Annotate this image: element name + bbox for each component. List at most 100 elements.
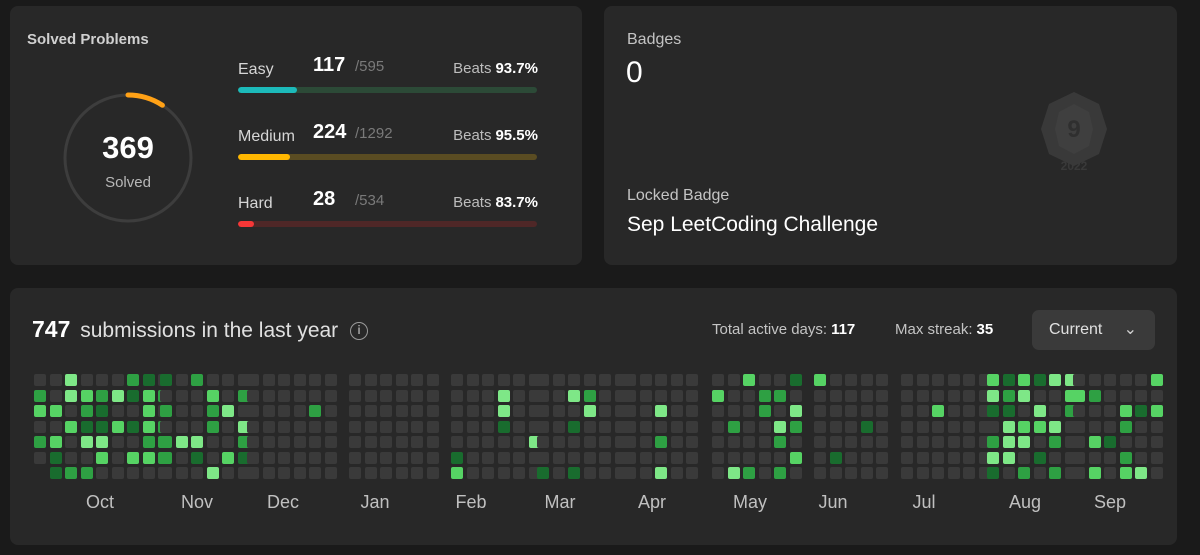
heatmap-cell[interactable]	[901, 467, 913, 479]
heatmap-cell[interactable]	[1119, 467, 1132, 479]
heatmap-cell[interactable]	[482, 467, 494, 479]
heatmap-cell[interactable]	[568, 436, 580, 448]
heatmap-cell[interactable]	[1049, 374, 1061, 386]
heatmap-cell[interactable]	[451, 467, 463, 479]
heatmap-cell[interactable]	[932, 420, 944, 433]
heatmap-cell[interactable]	[1150, 451, 1163, 464]
heatmap-cell[interactable]	[599, 436, 611, 448]
heatmap-cell[interactable]	[65, 420, 77, 433]
heatmap-cell[interactable]	[727, 405, 740, 417]
heatmap-cell[interactable]	[624, 389, 636, 402]
heatmap-cell[interactable]	[324, 451, 337, 464]
heatmap-cell[interactable]	[655, 467, 667, 479]
heatmap-cell[interactable]	[206, 405, 219, 417]
heatmap-cell[interactable]	[309, 420, 321, 433]
heatmap-cell[interactable]	[395, 374, 408, 386]
heatmap-cell[interactable]	[222, 374, 234, 386]
heatmap-cell[interactable]	[639, 451, 652, 464]
heatmap-cell[interactable]	[222, 405, 234, 417]
heatmap-cell[interactable]	[1088, 374, 1101, 386]
heatmap-cell[interactable]	[963, 389, 975, 402]
heatmap-cell[interactable]	[466, 451, 479, 464]
heatmap-cell[interactable]	[278, 467, 290, 479]
heatmap-cell[interactable]	[1049, 420, 1061, 433]
heatmap-cell[interactable]	[639, 389, 652, 402]
heatmap-cell[interactable]	[829, 451, 842, 464]
heatmap-cell[interactable]	[160, 451, 172, 464]
heatmap-cell[interactable]	[845, 374, 857, 386]
heatmap-cell[interactable]	[743, 374, 755, 386]
heatmap-cell[interactable]	[451, 451, 463, 464]
heatmap-cell[interactable]	[568, 389, 580, 402]
heatmap-cell[interactable]	[1033, 420, 1046, 433]
heatmap-cell[interactable]	[876, 467, 888, 479]
heatmap-cell[interactable]	[845, 467, 857, 479]
heatmap-cell[interactable]	[686, 436, 698, 448]
heatmap-cell[interactable]	[247, 451, 259, 464]
heatmap-cell[interactable]	[947, 451, 960, 464]
heatmap-cell[interactable]	[426, 389, 439, 402]
heatmap-cell[interactable]	[568, 451, 580, 464]
heatmap-cell[interactable]	[932, 467, 944, 479]
heatmap-cell[interactable]	[727, 374, 740, 386]
heatmap-cell[interactable]	[1018, 374, 1030, 386]
heatmap-cell[interactable]	[599, 389, 611, 402]
heatmap-cell[interactable]	[845, 420, 857, 433]
heatmap-cell[interactable]	[513, 374, 525, 386]
heatmap-cell[interactable]	[876, 405, 888, 417]
heatmap-cell[interactable]	[829, 420, 842, 433]
heatmap-cell[interactable]	[639, 467, 652, 479]
heatmap-cell[interactable]	[466, 467, 479, 479]
heatmap-cell[interactable]	[1150, 467, 1163, 479]
heatmap-cell[interactable]	[160, 467, 172, 479]
heatmap-cell[interactable]	[49, 389, 62, 402]
heatmap-cell[interactable]	[247, 436, 259, 448]
heatmap-cell[interactable]	[712, 405, 724, 417]
heatmap-cell[interactable]	[191, 405, 203, 417]
heatmap-cell[interactable]	[1033, 389, 1046, 402]
heatmap-cell[interactable]	[497, 467, 510, 479]
heatmap-cell[interactable]	[1088, 467, 1101, 479]
heatmap-cell[interactable]	[65, 374, 77, 386]
heatmap-cell[interactable]	[583, 436, 596, 448]
heatmap-cell[interactable]	[655, 451, 667, 464]
heatmap-cell[interactable]	[1088, 451, 1101, 464]
heatmap-cell[interactable]	[293, 374, 306, 386]
heatmap-cell[interactable]	[1088, 405, 1101, 417]
heatmap-cell[interactable]	[686, 467, 698, 479]
heatmap-cell[interactable]	[670, 467, 683, 479]
heatmap-cell[interactable]	[814, 374, 826, 386]
heatmap-cell[interactable]	[262, 451, 275, 464]
heatmap-cell[interactable]	[860, 405, 873, 417]
heatmap-cell[interactable]	[860, 389, 873, 402]
heatmap-cell[interactable]	[712, 436, 724, 448]
heatmap-cell[interactable]	[1033, 374, 1046, 386]
heatmap-cell[interactable]	[80, 374, 93, 386]
heatmap-cell[interactable]	[411, 420, 423, 433]
heatmap-cell[interactable]	[466, 405, 479, 417]
heatmap-cell[interactable]	[309, 467, 321, 479]
heatmap-cell[interactable]	[789, 405, 802, 417]
heatmap-cell[interactable]	[349, 389, 361, 402]
heatmap-cell[interactable]	[80, 389, 93, 402]
heatmap-cell[interactable]	[599, 420, 611, 433]
heatmap-cell[interactable]	[774, 467, 786, 479]
heatmap-cell[interactable]	[1119, 389, 1132, 402]
heatmap-cell[interactable]	[599, 405, 611, 417]
heatmap-cell[interactable]	[364, 451, 377, 464]
heatmap-cell[interactable]	[774, 420, 786, 433]
heatmap-cell[interactable]	[552, 436, 565, 448]
heatmap-cell[interactable]	[247, 467, 259, 479]
heatmap-cell[interactable]	[497, 389, 510, 402]
heatmap-cell[interactable]	[349, 420, 361, 433]
heatmap-cell[interactable]	[380, 389, 392, 402]
heatmap-cell[interactable]	[876, 420, 888, 433]
heatmap-cell[interactable]	[142, 389, 155, 402]
heatmap-cell[interactable]	[309, 405, 321, 417]
heatmap-cell[interactable]	[932, 389, 944, 402]
heatmap-cell[interactable]	[947, 389, 960, 402]
heatmap-cell[interactable]	[309, 451, 321, 464]
heatmap-cell[interactable]	[111, 467, 124, 479]
heatmap-cell[interactable]	[380, 374, 392, 386]
heatmap-cell[interactable]	[1073, 467, 1085, 479]
